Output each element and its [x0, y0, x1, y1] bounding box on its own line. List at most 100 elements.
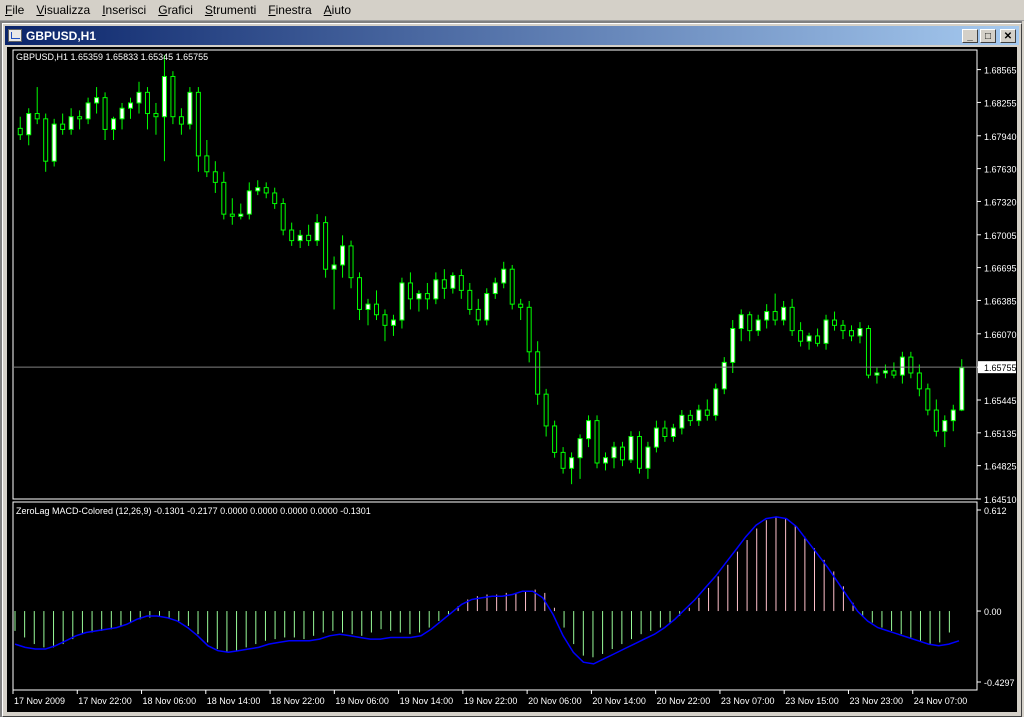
bear-candle	[102, 97, 108, 130]
bull-candle	[738, 314, 744, 330]
price-tick-label: 1.65445	[984, 396, 1017, 406]
chart-window-icon	[8, 29, 22, 42]
time-axis-label: 19 Nov 14:00	[400, 696, 454, 706]
bear-candle	[178, 116, 184, 125]
menu-file[interactable]: File	[0, 0, 31, 20]
maximize-button[interactable]: □	[980, 28, 996, 43]
bear-candle	[17, 127, 23, 136]
bull-candle	[950, 409, 956, 422]
bear-candle	[916, 372, 922, 390]
mdi-client-area: GBPUSD,H1 _ □ ✕ 1.68565 1.68255 1.67940 1.6…	[0, 21, 1022, 717]
menu-grafici[interactable]: Grafici	[153, 0, 200, 20]
bear-candle	[526, 306, 532, 353]
price-tick-label: 1.64510	[984, 495, 1017, 505]
bear-candle	[475, 308, 481, 321]
bull-candle	[501, 268, 507, 284]
bull-candle	[670, 427, 676, 438]
bull-candle	[111, 118, 117, 130]
bear-candle	[815, 335, 821, 344]
price-tick-label: 1.66385	[984, 296, 1017, 306]
time-axis-label: 23 Nov 23:00	[849, 696, 903, 706]
bear-candle	[212, 171, 218, 183]
bull-candle	[51, 123, 57, 162]
price-tick-label: 1.67005	[984, 231, 1017, 241]
bear-candle	[43, 118, 49, 162]
bear-candle	[144, 91, 150, 115]
chart-window: GBPUSD,H1 _ □ ✕ 1.68565 1.68255 1.67940 1.6…	[2, 23, 1022, 717]
bull-candle	[721, 361, 727, 390]
bull-candle	[331, 264, 337, 270]
bear-candle	[789, 306, 795, 332]
bear-candle	[518, 303, 524, 308]
bear-candle	[687, 414, 693, 422]
bull-candle	[679, 414, 685, 429]
bull-candle	[874, 372, 880, 376]
bull-candle	[297, 234, 303, 242]
bear-candle	[357, 277, 363, 310]
bear-candle	[908, 356, 914, 374]
bear-candle	[424, 293, 430, 300]
price-tick-label: 1.66070	[984, 330, 1017, 340]
time-axis-label: 19 Nov 22:00	[464, 696, 518, 706]
close-button[interactable]: ✕	[1000, 28, 1016, 43]
bull-candle	[68, 116, 74, 130]
bear-candle	[933, 409, 939, 432]
bull-candle	[603, 457, 609, 464]
bear-candle	[848, 330, 854, 337]
bear-candle	[229, 213, 235, 217]
time-axis-label: 18 Nov 06:00	[143, 696, 197, 706]
bull-candle	[586, 420, 592, 440]
chart-area[interactable]: 1.68565 1.68255 1.67940 1.67630 1.67320 1.670…	[7, 47, 1017, 712]
bull-candle	[492, 282, 498, 295]
bear-candle	[543, 393, 549, 427]
menu-inserisci[interactable]: Inserisci	[97, 0, 153, 20]
bull-candle	[119, 107, 125, 120]
bear-candle	[441, 279, 447, 289]
bear-candle	[195, 91, 201, 157]
bull-candle	[365, 303, 371, 310]
time-axis-label: 24 Nov 07:00	[914, 696, 968, 706]
bull-candle	[314, 222, 320, 242]
bear-candle	[619, 446, 625, 461]
indicator-tick-label: 0.00	[984, 607, 1002, 617]
bear-candle	[289, 229, 295, 242]
bull-candle	[136, 91, 142, 104]
bear-candle	[373, 303, 379, 316]
window-titlebar[interactable]: GBPUSD,H1 _ □ ✕	[5, 26, 1019, 45]
bull-candle	[255, 187, 261, 192]
bull-candle	[653, 427, 659, 448]
bear-candle	[170, 75, 176, 118]
menu-finestra[interactable]: Finestra	[263, 0, 318, 20]
price-tick-label: 1.67630	[984, 165, 1017, 175]
menu-visualizza[interactable]: Visualizza	[31, 0, 97, 20]
bear-candle	[535, 351, 541, 395]
bear-candle	[891, 370, 897, 376]
time-axis-label: 20 Nov 14:00	[592, 696, 646, 706]
time-axis-label: 20 Nov 06:00	[528, 696, 582, 706]
time-axis-label: 17 Nov 22:00	[78, 696, 132, 706]
bull-candle	[26, 113, 32, 136]
chart-svg[interactable]: 1.68565 1.68255 1.67940 1.67630 1.67320 1.670…	[7, 47, 1017, 712]
bear-candle	[34, 113, 40, 120]
minimize-button[interactable]: _	[962, 28, 978, 43]
bull-candle	[628, 436, 634, 461]
bull-candle	[730, 328, 736, 363]
bear-candle	[594, 420, 600, 464]
bull-candle	[806, 335, 812, 342]
price-tick-label: 1.64825	[984, 462, 1017, 472]
bull-candle	[569, 457, 575, 469]
menu-aiuto[interactable]: Aiuto	[319, 0, 358, 20]
bear-candle	[407, 282, 413, 300]
bear-candle	[272, 192, 278, 205]
bull-candle	[611, 446, 617, 459]
time-axis-label: 23 Nov 07:00	[721, 696, 775, 706]
bull-candle	[899, 356, 905, 376]
bear-candle	[204, 155, 210, 173]
price-chart-header: GBPUSD,H1 1.65359 1.65833 1.65345 1.6575…	[16, 52, 208, 62]
price-tick-label: 1.68565	[984, 66, 1017, 76]
bull-candle	[450, 275, 456, 289]
menu-bar: File Visualizza Inserisci Grafici Strume…	[0, 0, 1024, 21]
bull-candle	[755, 319, 761, 332]
menu-strumenti[interactable]: Strumenti	[200, 0, 263, 20]
bull-candle	[399, 282, 405, 321]
